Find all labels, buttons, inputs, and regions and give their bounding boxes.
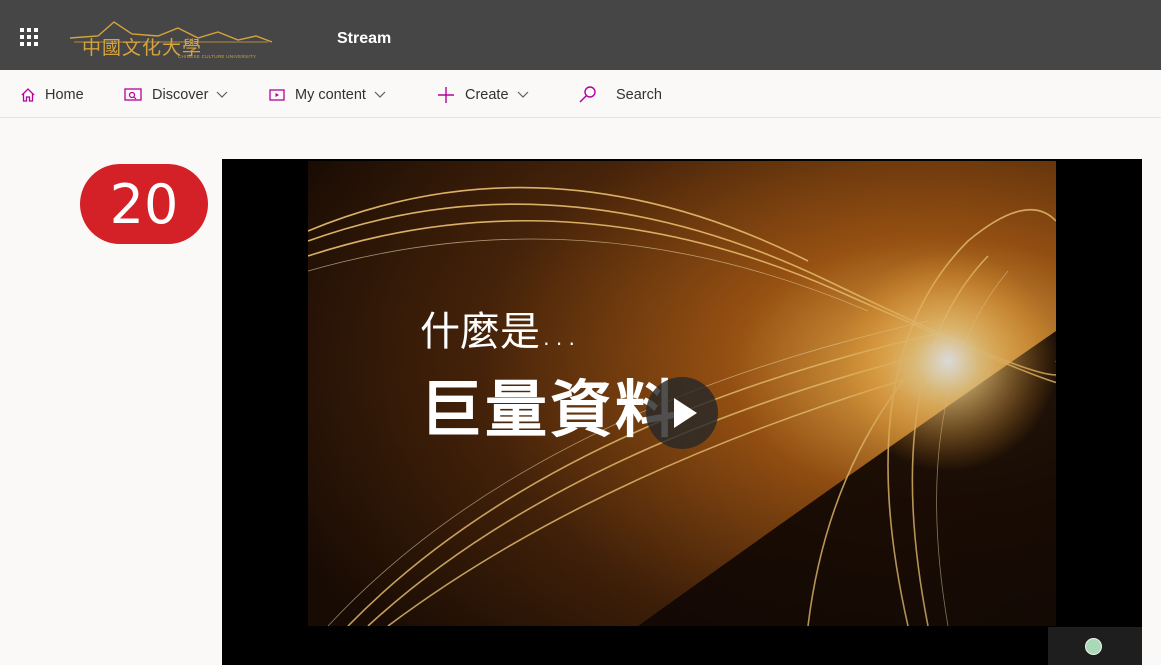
chevron-down-icon	[517, 91, 528, 98]
home-icon	[21, 88, 35, 102]
play-button[interactable]	[646, 377, 718, 449]
top-bar: 中國文化大學 CHINESE CULTURE UNIVERSITY Stream	[0, 0, 1161, 70]
app-title[interactable]: Stream	[337, 30, 391, 48]
video-player[interactable]: 什麼是... 巨量資料	[222, 159, 1142, 665]
search-icon	[579, 86, 596, 103]
university-logo[interactable]: 中國文化大學 CHINESE CULTURE UNIVERSITY	[68, 14, 298, 62]
nav-search[interactable]: Search	[578, 84, 662, 106]
nav-create-label: Create	[465, 87, 509, 103]
player-control-area	[1048, 627, 1142, 665]
my-content-icon	[269, 89, 285, 101]
app-launcher-icon[interactable]	[20, 28, 40, 48]
nav-discover[interactable]: Discover	[123, 84, 228, 106]
plus-icon	[438, 87, 454, 103]
chevron-down-icon	[216, 91, 228, 98]
discover-icon	[124, 88, 142, 101]
slide-title: 巨量資料	[420, 373, 681, 446]
nav-home-label: Home	[45, 87, 84, 103]
step-number-badge: 20	[80, 164, 208, 244]
play-icon	[674, 398, 697, 428]
logo-subtitle: CHINESE CULTURE UNIVERSITY	[178, 54, 257, 59]
chevron-down-icon	[374, 91, 386, 98]
nav-create[interactable]: Create	[436, 84, 529, 106]
slide-subtitle: 什麼是...	[420, 309, 579, 355]
nav-my-content-label: My content	[295, 87, 366, 103]
nav-bar: Home Discover My content Create Search	[0, 70, 1161, 118]
nav-search-label: Search	[616, 87, 662, 103]
nav-discover-label: Discover	[152, 87, 209, 103]
nav-home[interactable]: Home	[20, 84, 84, 106]
status-indicator-icon[interactable]	[1085, 638, 1102, 655]
nav-my-content[interactable]: My content	[268, 84, 386, 106]
